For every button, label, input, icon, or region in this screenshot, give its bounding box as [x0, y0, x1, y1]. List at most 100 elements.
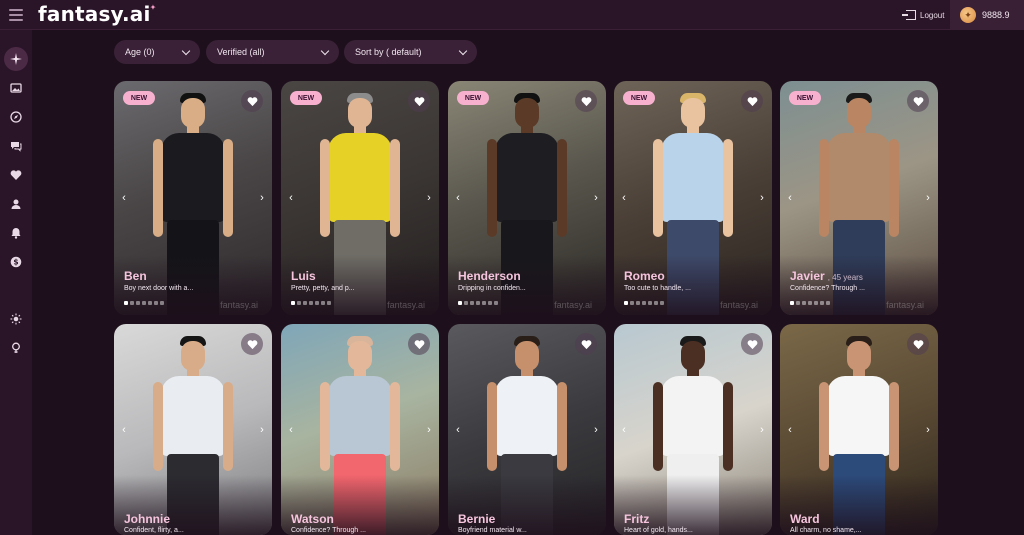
- credits-balance[interactable]: ✦ 9888.9: [950, 0, 1024, 30]
- favorite-button[interactable]: [741, 333, 763, 355]
- pagination-dot[interactable]: [636, 301, 640, 305]
- favorite-button[interactable]: [408, 333, 430, 355]
- pagination-dot[interactable]: [642, 301, 646, 305]
- character-card[interactable]: NEW ‹ › Ben Boy next door with a... fantasy.a…: [114, 81, 272, 315]
- pagination-dot[interactable]: [808, 301, 812, 305]
- pagination-dot[interactable]: [160, 301, 164, 305]
- favorite-button[interactable]: [741, 90, 763, 112]
- pagination-dot[interactable]: [136, 301, 140, 305]
- age-filter-dropdown[interactable]: Age (0): [114, 40, 200, 64]
- pagination-dot[interactable]: [458, 301, 462, 305]
- pagination-dot[interactable]: [327, 301, 331, 305]
- previous-photo-icon[interactable]: ‹: [453, 423, 463, 437]
- previous-photo-icon[interactable]: ‹: [286, 423, 296, 437]
- photo-pagination[interactable]: [624, 301, 664, 305]
- photo-pagination[interactable]: [458, 301, 498, 305]
- pagination-dot[interactable]: [303, 301, 307, 305]
- previous-photo-icon[interactable]: ‹: [119, 423, 129, 437]
- sidebar-item-theme[interactable]: [4, 307, 28, 331]
- pagination-dot[interactable]: [660, 301, 664, 305]
- next-photo-icon[interactable]: ›: [757, 423, 767, 437]
- logo[interactable]: fantasy.ai ✦: [38, 2, 156, 26]
- previous-photo-icon[interactable]: ‹: [785, 191, 795, 205]
- pagination-dot[interactable]: [309, 301, 313, 305]
- age-filter-label: Age (0): [125, 47, 155, 57]
- pagination-dot[interactable]: [124, 301, 128, 305]
- pagination-dot[interactable]: [321, 301, 325, 305]
- pagination-dot[interactable]: [630, 301, 634, 305]
- pagination-dot[interactable]: [297, 301, 301, 305]
- next-photo-icon[interactable]: ›: [257, 423, 267, 437]
- pagination-dot[interactable]: [315, 301, 319, 305]
- sidebar-item-gallery[interactable]: [4, 76, 28, 100]
- pagination-dot[interactable]: [820, 301, 824, 305]
- pagination-dot[interactable]: [624, 301, 628, 305]
- favorite-button[interactable]: [575, 333, 597, 355]
- character-card[interactable]: ‹ › Fritz Heart of gold, hands...: [614, 324, 772, 535]
- favorite-button[interactable]: [241, 90, 263, 112]
- sidebar-item-notifications[interactable]: [4, 221, 28, 245]
- photo-pagination[interactable]: [790, 301, 830, 305]
- next-photo-icon[interactable]: ›: [591, 423, 601, 437]
- sidebar-item-billing[interactable]: $: [4, 250, 28, 274]
- pagination-dot[interactable]: [802, 301, 806, 305]
- pagination-dot[interactable]: [470, 301, 474, 305]
- previous-photo-icon[interactable]: ‹: [619, 423, 629, 437]
- next-photo-icon[interactable]: ›: [757, 191, 767, 205]
- next-photo-icon[interactable]: ›: [591, 191, 601, 205]
- favorite-button[interactable]: [907, 333, 929, 355]
- character-age: , 45 years: [827, 273, 863, 282]
- pagination-dot[interactable]: [796, 301, 800, 305]
- next-photo-icon[interactable]: ›: [923, 191, 933, 205]
- previous-photo-icon[interactable]: ‹: [619, 191, 629, 205]
- new-badge: NEW: [623, 91, 655, 105]
- pagination-dot[interactable]: [130, 301, 134, 305]
- sidebar-item-explore[interactable]: [4, 47, 28, 71]
- previous-photo-icon[interactable]: ‹: [286, 191, 296, 205]
- photo-pagination[interactable]: [291, 301, 331, 305]
- next-photo-icon[interactable]: ›: [424, 423, 434, 437]
- menu-icon[interactable]: [9, 9, 23, 21]
- character-card[interactable]: ‹ › Ward All charm, no shame,...: [780, 324, 938, 535]
- sidebar-item-profile[interactable]: [4, 192, 28, 216]
- pagination-dot[interactable]: [476, 301, 480, 305]
- pagination-dot[interactable]: [488, 301, 492, 305]
- character-card[interactable]: NEW ‹ › Javier, 45 years Confidence? Through…: [780, 81, 938, 315]
- verified-filter-dropdown[interactable]: Verified (all): [206, 40, 339, 64]
- character-card[interactable]: ‹ › Johnnie Confident, flirty, a...: [114, 324, 272, 535]
- sidebar-item-chats[interactable]: [4, 134, 28, 158]
- pagination-dot[interactable]: [826, 301, 830, 305]
- favorite-button[interactable]: [408, 90, 430, 112]
- previous-photo-icon[interactable]: ‹: [785, 423, 795, 437]
- next-photo-icon[interactable]: ›: [923, 423, 933, 437]
- character-card[interactable]: NEW ‹ › Romeo Too cute to handle, ... fantasy…: [614, 81, 772, 315]
- favorite-button[interactable]: [907, 90, 929, 112]
- character-card[interactable]: ‹ › Bernie Boyfriend material w...: [448, 324, 606, 535]
- photo-pagination[interactable]: [124, 301, 164, 305]
- pagination-dot[interactable]: [154, 301, 158, 305]
- pagination-dot[interactable]: [482, 301, 486, 305]
- pagination-dot[interactable]: [291, 301, 295, 305]
- sidebar-item-discover[interactable]: [4, 105, 28, 129]
- favorite-button[interactable]: [241, 333, 263, 355]
- character-card[interactable]: NEW ‹ › Luis Pretty, petty, and p... fantasy.…: [281, 81, 439, 315]
- logout-button[interactable]: Logout: [902, 8, 944, 22]
- favorite-button[interactable]: [575, 90, 597, 112]
- sort-dropdown[interactable]: Sort by ( default): [344, 40, 477, 64]
- pagination-dot[interactable]: [648, 301, 652, 305]
- character-card[interactable]: ‹ › Watson Confidence? Through ...: [281, 324, 439, 535]
- next-photo-icon[interactable]: ›: [257, 191, 267, 205]
- pagination-dot[interactable]: [654, 301, 658, 305]
- pagination-dot[interactable]: [790, 301, 794, 305]
- previous-photo-icon[interactable]: ‹: [453, 191, 463, 205]
- sidebar-item-favorites[interactable]: [4, 163, 28, 187]
- pagination-dot[interactable]: [494, 301, 498, 305]
- character-card[interactable]: NEW ‹ › Henderson Dripping in confiden... fan…: [448, 81, 606, 315]
- pagination-dot[interactable]: [142, 301, 146, 305]
- pagination-dot[interactable]: [148, 301, 152, 305]
- previous-photo-icon[interactable]: ‹: [119, 191, 129, 205]
- pagination-dot[interactable]: [814, 301, 818, 305]
- sidebar-item-ideas[interactable]: [4, 336, 28, 360]
- next-photo-icon[interactable]: ›: [424, 191, 434, 205]
- pagination-dot[interactable]: [464, 301, 468, 305]
